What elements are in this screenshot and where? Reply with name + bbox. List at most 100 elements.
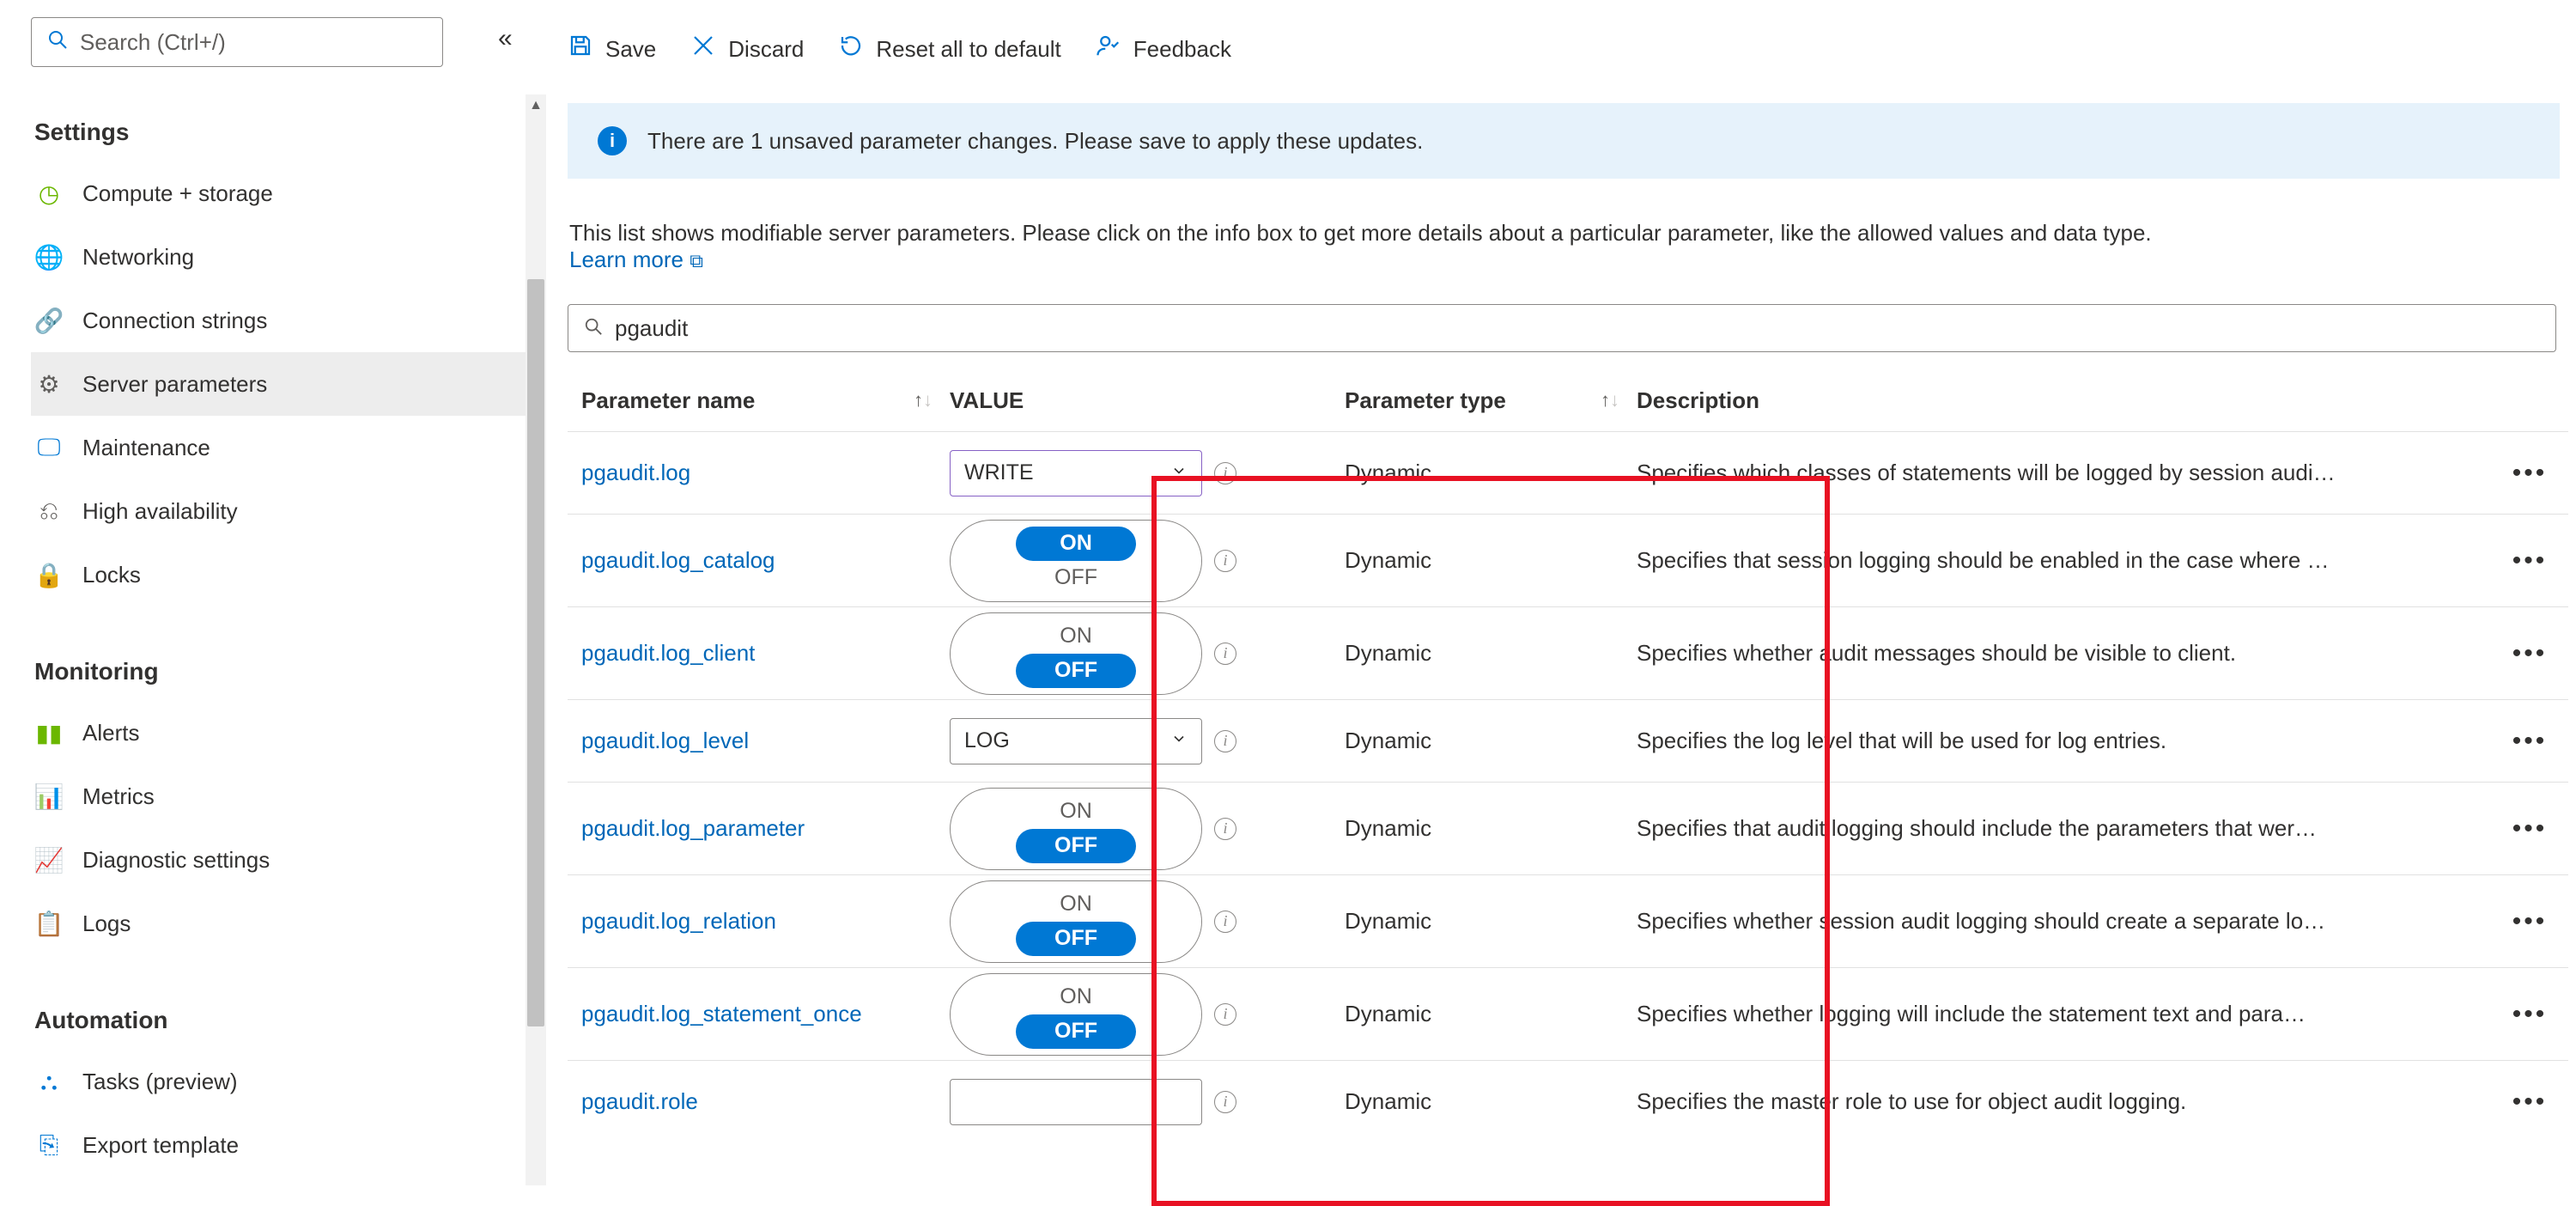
value-dropdown[interactable]: LOG <box>950 718 1202 764</box>
locks-icon: 🔒 <box>34 560 64 589</box>
sidebar-item-label: Tasks (preview) <box>82 1069 238 1095</box>
sidebar-collapse[interactable]: « <box>498 24 513 53</box>
row-menu-button[interactable]: ••• <box>2504 1000 2555 1029</box>
sidebar-item-label: Logs <box>82 911 131 937</box>
sidebar-item-label: Maintenance <box>82 435 210 461</box>
row-menu-button[interactable]: ••• <box>2504 639 2555 668</box>
sidebar-item-high-availability[interactable]: ⎌High availability <box>31 479 537 543</box>
col-value-label: VALUE <box>950 387 1024 413</box>
logs-icon: 📋 <box>34 909 64 938</box>
sidebar-item-logs[interactable]: 📋 Logs <box>31 892 537 955</box>
parameter-description: Specifies which classes of statements wi… <box>1637 460 2504 486</box>
info-icon[interactable]: i <box>1214 730 1236 752</box>
row-menu-button[interactable]: ••• <box>2504 459 2555 488</box>
sidebar-item-export-template[interactable]: ⎘Export template <box>31 1113 537 1177</box>
hint-text: This list shows modifiable server parame… <box>569 220 2152 246</box>
value-dropdown[interactable]: WRITE <box>950 450 1202 496</box>
value-toggle[interactable]: ONOFF <box>950 612 1202 695</box>
parameter-name-link[interactable]: pgaudit.log_client <box>581 640 755 667</box>
sidebar-item-networking[interactable]: 🌐Networking <box>31 225 537 289</box>
value-toggle[interactable]: ONOFF <box>950 788 1202 870</box>
parameter-name-link[interactable]: pgaudit.log_catalog <box>581 547 775 574</box>
sidebar-item-server-parameters[interactable]: ⚙ Server parameters <box>31 352 537 416</box>
info-icon[interactable]: i <box>1214 643 1236 665</box>
server-parameters-icon: ⚙ <box>34 369 64 399</box>
table-row: pgaudit.log_client ONOFF i DynamicSpecifies… <box>568 606 2568 699</box>
sidebar-item-compute-storage[interactable]: ◷Compute + storage <box>31 161 537 225</box>
sidebar-item-label: Server parameters <box>82 371 267 398</box>
parameter-name-link[interactable]: pgaudit.log_level <box>581 728 749 754</box>
sidebar-item-locks[interactable]: 🔒Locks <box>31 543 537 606</box>
parameter-type: Dynamic <box>1345 640 1637 667</box>
table-row: pgaudit.log_catalog ONOFF i DynamicSpecifie… <box>568 514 2568 606</box>
discard-icon <box>690 33 716 65</box>
parameter-name-link[interactable]: pgaudit.log <box>581 460 690 486</box>
learn-more-link[interactable]: Learn more ⧉ <box>569 247 703 272</box>
value-toggle[interactable]: ONOFF <box>950 520 1202 602</box>
row-menu-button[interactable]: ••• <box>2504 814 2555 844</box>
info-icon[interactable]: i <box>1214 911 1236 933</box>
high-availability-icon: ⎌ <box>34 496 64 526</box>
info-icon[interactable]: i <box>1214 550 1236 572</box>
parameter-description: Specifies whether audit messages should … <box>1637 640 2504 667</box>
sidebar-item-maintenance[interactable]: 🖵Maintenance <box>31 416 537 479</box>
external-link-icon: ⧉ <box>690 250 703 271</box>
value-toggle[interactable]: ONOFF <box>950 880 1202 963</box>
table-row: pgaudit.log_statement_onceONOFFiDynamicS… <box>568 967 2568 1060</box>
sidebar-search-placeholder: Search (Ctrl+/) <box>80 29 226 56</box>
parameter-description: Specifies whether session audit logging … <box>1637 908 2504 935</box>
sidebar-item-diagnostic-settings[interactable]: 📈Diagnostic settings <box>31 828 537 892</box>
row-menu-button[interactable]: ••• <box>2504 1087 2555 1117</box>
col-parameter-type[interactable]: Parameter type ↑↓ <box>1345 387 1637 414</box>
parameter-description: Specifies the master role to use for obj… <box>1637 1088 2504 1115</box>
col-value: VALUE <box>950 387 1345 414</box>
parameter-name-link[interactable]: pgaudit.log_parameter <box>581 815 805 842</box>
sidebar-item-metrics[interactable]: 📊Metrics <box>31 764 537 828</box>
tasks-preview--icon: ⛬ <box>34 1067 64 1096</box>
sidebar-section-title: Settings <box>34 119 537 146</box>
parameter-name-link[interactable]: pgaudit.log_statement_once <box>581 1001 862 1027</box>
parameter-type: Dynamic <box>1345 815 1637 842</box>
info-icon[interactable]: i <box>1214 462 1236 484</box>
main: Save Discard Reset all to default Feedba… <box>537 0 2576 1202</box>
parameter-filter-input[interactable]: pgaudit <box>568 304 2556 352</box>
col-parameter-name[interactable]: Parameter name ↑↓ <box>568 387 950 414</box>
row-menu-button[interactable]: ••• <box>2504 907 2555 936</box>
parameter-description: Specifies whether logging will include t… <box>1637 1001 2504 1027</box>
row-menu-button[interactable]: ••• <box>2504 727 2555 756</box>
info-icon[interactable]: i <box>1214 818 1236 840</box>
sidebar-item-label: Export template <box>82 1132 239 1159</box>
parameter-name-link[interactable]: pgaudit.role <box>581 1088 698 1115</box>
value-textbox[interactable] <box>950 1079 1202 1125</box>
info-icon: i <box>598 126 627 155</box>
metrics-icon: 📊 <box>34 782 64 811</box>
sidebar-item-label: Diagnostic settings <box>82 847 270 874</box>
reset-button[interactable]: Reset all to default <box>838 33 1060 65</box>
parameter-type: Dynamic <box>1345 547 1637 574</box>
parameter-description: Specifies that audit logging should incl… <box>1637 815 2504 842</box>
sort-icon[interactable]: ↑↓ <box>1601 389 1619 411</box>
info-icon[interactable]: i <box>1214 1091 1236 1113</box>
value-toggle[interactable]: ONOFF <box>950 973 1202 1056</box>
learn-more-label: Learn more <box>569 247 683 272</box>
sidebar-search[interactable]: Search (Ctrl+/) <box>31 17 443 67</box>
col-name-label: Parameter name <box>581 387 755 414</box>
feedback-button[interactable]: Feedback <box>1096 33 1231 65</box>
sidebar-section-title: Automation <box>34 1007 537 1034</box>
table-row: pgaudit.log_levelLOGiDynamicSpecifies th… <box>568 699 2568 782</box>
command-bar: Save Discard Reset all to default Feedba… <box>568 0 2576 77</box>
info-icon[interactable]: i <box>1214 1003 1236 1026</box>
row-menu-button[interactable]: ••• <box>2504 546 2555 576</box>
sidebar-item-tasks-preview-[interactable]: ⛬ Tasks (preview) <box>31 1050 537 1113</box>
sidebar-item-alerts[interactable]: ▮▮Alerts <box>31 701 537 764</box>
parameter-name-link[interactable]: pgaudit.log_relation <box>581 908 776 935</box>
sidebar-item-connection-strings[interactable]: 🔗Connection strings <box>31 289 537 352</box>
sort-icon[interactable]: ↑↓ <box>914 389 933 411</box>
parameter-description: Specifies that session logging should be… <box>1637 547 2504 574</box>
parameter-description: Specifies the log level that will be use… <box>1637 728 2504 754</box>
banner-text: There are 1 unsaved parameter changes. P… <box>647 128 1423 155</box>
parameter-type: Dynamic <box>1345 908 1637 935</box>
discard-button[interactable]: Discard <box>690 33 804 65</box>
save-button[interactable]: Save <box>568 33 656 65</box>
col-type-label: Parameter type <box>1345 387 1506 414</box>
